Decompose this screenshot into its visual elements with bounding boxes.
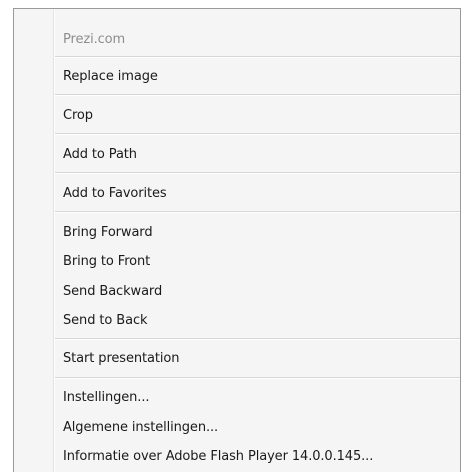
- menu-item-algemene-instellingen[interactable]: Algemene instellingen...: [63, 416, 454, 440]
- icon-gutter-highlight: [54, 9, 55, 472]
- menu-item-replace-image[interactable]: Replace image: [63, 65, 454, 89]
- menu-item-send-backward[interactable]: Send Backward: [63, 280, 454, 304]
- menu-item-crop[interactable]: Crop: [63, 104, 454, 128]
- menu-separator: [55, 133, 460, 135]
- menu-header-prezi: Prezi.com: [63, 32, 126, 47]
- menu-item-add-to-path[interactable]: Add to Path: [63, 143, 454, 167]
- menu-item-add-to-favorites[interactable]: Add to Favorites: [63, 182, 454, 206]
- menu-separator: [55, 377, 460, 379]
- menu-separator: [55, 56, 460, 58]
- menu-item-about-flash-player[interactable]: Informatie over Adobe Flash Player 14.0.…: [63, 445, 454, 469]
- menu-separator: [55, 94, 460, 96]
- context-menu: Prezi.com Replace image Crop Add to Path…: [13, 8, 461, 472]
- menu-item-start-presentation[interactable]: Start presentation: [63, 347, 454, 371]
- menu-separator: [55, 338, 460, 340]
- menu-item-send-to-back[interactable]: Send to Back: [63, 309, 454, 333]
- menu-item-bring-to-front[interactable]: Bring to Front: [63, 250, 454, 274]
- menu-separator: [55, 211, 460, 213]
- menu-item-instellingen[interactable]: Instellingen...: [63, 386, 454, 410]
- menu-item-bring-forward[interactable]: Bring Forward: [63, 221, 454, 245]
- menu-separator: [55, 172, 460, 174]
